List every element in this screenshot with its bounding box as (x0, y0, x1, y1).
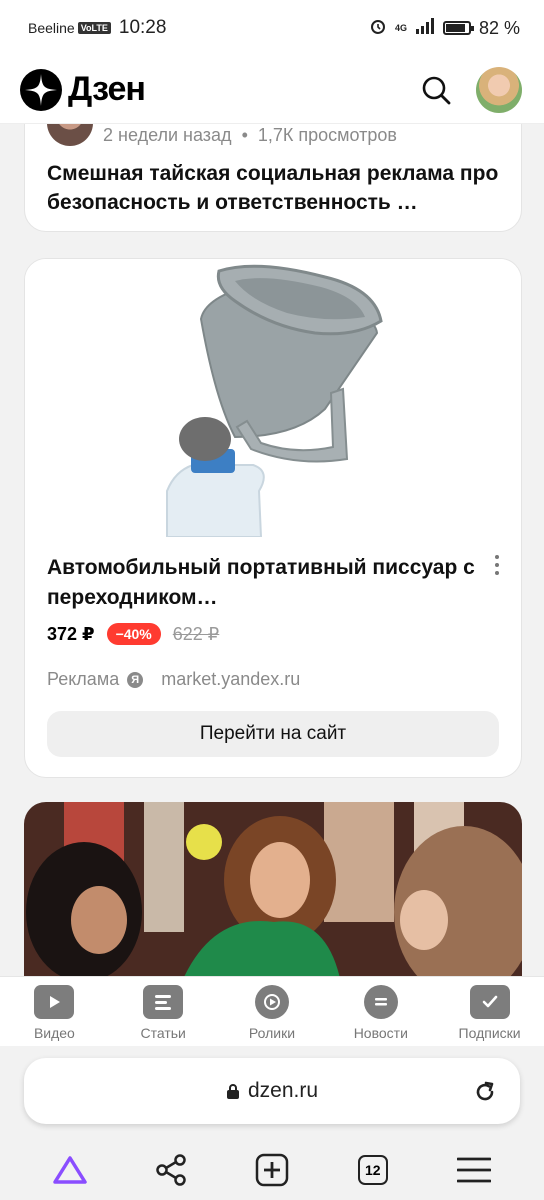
subscriptions-icon (469, 985, 510, 1019)
search-icon (422, 76, 451, 104)
article-meta: 2 недели назад • 1,7К просмотров (47, 124, 397, 146)
share-button[interactable] (149, 1148, 193, 1192)
tab-subscriptions[interactable]: Подписки (435, 977, 544, 1046)
signal-label: 4G (394, 23, 407, 33)
clock: 10:28 (118, 17, 167, 38)
tab-articles[interactable]: Статьи (109, 977, 218, 1046)
browser-chrome: dzen.ru 12 (0, 1046, 544, 1200)
tabs-button[interactable]: 12 (351, 1148, 395, 1192)
video-card[interactable] (24, 802, 522, 976)
yandex-icon: Я (127, 671, 144, 688)
meta-separator: • (241, 125, 248, 145)
ad-title[interactable]: Автомобильный портативный писсуар с пере… (47, 553, 487, 613)
carrier-name: Beeline (28, 20, 75, 36)
status-indicators: 4G 82 % (369, 17, 520, 40)
brand-name[interactable]: Дзен (68, 70, 146, 109)
menu-button[interactable] (452, 1148, 496, 1192)
ad-domain[interactable]: market.yandex.ru (161, 669, 300, 690)
alarm-icon (369, 17, 387, 40)
article-age: 2 недели назад (103, 125, 232, 145)
alice-icon (53, 1156, 88, 1184)
lock-icon (226, 1084, 239, 1099)
feed[interactable]: 2 недели назад • 1,7К просмотров Смешная… (0, 124, 544, 976)
app-header: Дзен (0, 56, 544, 124)
plus-icon (255, 1153, 289, 1187)
status-bar: Beeline VoLTE 10:28 4G 82 % (0, 0, 544, 56)
menu-icon (456, 1157, 491, 1183)
avatar[interactable] (476, 66, 522, 113)
news-icon (363, 985, 398, 1019)
browser-nav-bar: 12 (0, 1140, 544, 1200)
tab-label: Видео (33, 1025, 75, 1041)
discount-badge: −40% (106, 623, 161, 645)
channel-avatar[interactable] (47, 124, 93, 146)
video-icon (34, 985, 75, 1019)
ad-card[interactable]: Автомобильный портативный писсуар с пере… (24, 258, 522, 778)
articles-icon (143, 985, 184, 1019)
more-options-icon[interactable] (493, 555, 501, 575)
dzen-logo-icon[interactable] (20, 68, 62, 111)
old-price: 622 ₽ (172, 623, 220, 644)
reload-icon[interactable] (472, 1079, 498, 1110)
search-button[interactable] (416, 70, 456, 110)
article-views: 1,7К просмотров (257, 125, 397, 145)
clips-icon (254, 985, 289, 1019)
article-title[interactable]: Смешная тайская социальная реклама про б… (47, 159, 507, 217)
ad-meta: Реклама Я market.yandex.ru (47, 669, 300, 690)
tab-label: Новости (353, 1025, 408, 1041)
battery-percent: 82 % (478, 17, 520, 38)
alice-button[interactable] (48, 1148, 92, 1192)
article-card[interactable]: 2 недели назад • 1,7К просмотров Смешная… (24, 124, 522, 232)
tabs-count: 12 (357, 1155, 388, 1185)
signal-icon (415, 17, 435, 39)
tab-label: Статьи (140, 1025, 186, 1041)
price: 372 ₽ (47, 623, 95, 644)
battery-icon (442, 21, 474, 35)
bottom-tab-bar: Видео Статьи Ролики Новости Подписки (0, 976, 544, 1046)
tab-label: Подписки (458, 1025, 521, 1041)
product-image[interactable] (25, 259, 521, 538)
tab-video[interactable]: Видео (0, 977, 109, 1046)
tab-label: Ролики (248, 1025, 296, 1041)
volte-badge: VoLTE (77, 22, 111, 34)
share-icon (156, 1154, 186, 1186)
ad-label: Реклама (47, 669, 120, 689)
go-to-site-button[interactable]: Перейти на сайт (47, 711, 499, 757)
address-bar[interactable]: dzen.ru (24, 1058, 520, 1124)
new-tab-button[interactable] (250, 1148, 294, 1192)
tab-clips[interactable]: Ролики (218, 977, 327, 1046)
video-thumbnail[interactable] (24, 802, 522, 976)
tab-news[interactable]: Новости (326, 977, 435, 1046)
price-row: 372 ₽ −40% 622 ₽ (47, 623, 219, 645)
url-text[interactable]: dzen.ru (248, 1079, 318, 1103)
